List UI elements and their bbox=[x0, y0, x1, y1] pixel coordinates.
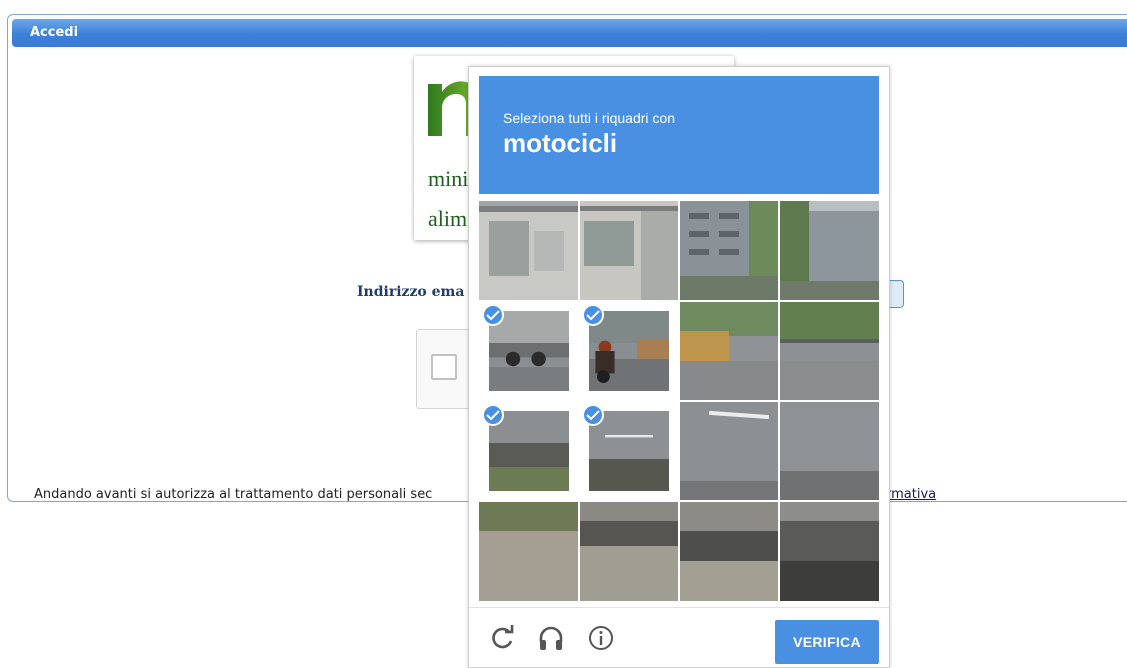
challenge-instruction: Seleziona tutti i riquadri con bbox=[503, 110, 675, 126]
recaptcha-checkbox[interactable] bbox=[431, 354, 457, 380]
verify-button[interactable]: VERIFICA bbox=[775, 620, 879, 664]
captcha-challenge: Seleziona tutti i riquadri con motocicli bbox=[468, 66, 890, 668]
challenge-tile[interactable] bbox=[579, 201, 679, 301]
challenge-tile-selected[interactable] bbox=[479, 301, 579, 401]
challenge-object: motocicli bbox=[503, 128, 618, 158]
challenge-header: Seleziona tutti i riquadri con motocicli bbox=[479, 76, 879, 194]
challenge-tile-selected[interactable] bbox=[479, 401, 579, 501]
checkmark-icon bbox=[482, 404, 504, 426]
challenge-grid bbox=[479, 201, 879, 601]
checkmark-icon bbox=[482, 304, 504, 326]
email-label: Indirizzo ema bbox=[357, 284, 465, 300]
challenge-tile[interactable] bbox=[479, 201, 579, 301]
challenge-tile[interactable] bbox=[679, 501, 779, 601]
challenge-tile-selected[interactable] bbox=[579, 301, 679, 401]
challenge-tile[interactable] bbox=[779, 201, 879, 301]
headphones-icon[interactable] bbox=[537, 624, 565, 652]
challenge-tile[interactable] bbox=[679, 401, 779, 501]
challenge-tile[interactable] bbox=[779, 401, 879, 501]
consent-text: Andando avanti si autorizza al trattamen… bbox=[34, 487, 433, 502]
privacy-policy-link[interactable]: rmativa bbox=[886, 487, 936, 502]
reload-icon[interactable] bbox=[489, 624, 517, 652]
challenge-tile[interactable] bbox=[679, 301, 779, 401]
challenge-tile[interactable] bbox=[779, 501, 879, 601]
panel-header: Accedi bbox=[12, 19, 1127, 47]
challenge-tile-selected[interactable] bbox=[579, 401, 679, 501]
panel-title: Accedi bbox=[30, 25, 79, 40]
info-icon[interactable] bbox=[587, 624, 615, 652]
challenge-tile[interactable] bbox=[679, 201, 779, 301]
challenge-tile[interactable] bbox=[779, 301, 879, 401]
checkmark-icon bbox=[582, 404, 604, 426]
challenge-tile[interactable] bbox=[579, 501, 679, 601]
checkmark-icon bbox=[582, 304, 604, 326]
challenge-tile[interactable] bbox=[479, 501, 579, 601]
